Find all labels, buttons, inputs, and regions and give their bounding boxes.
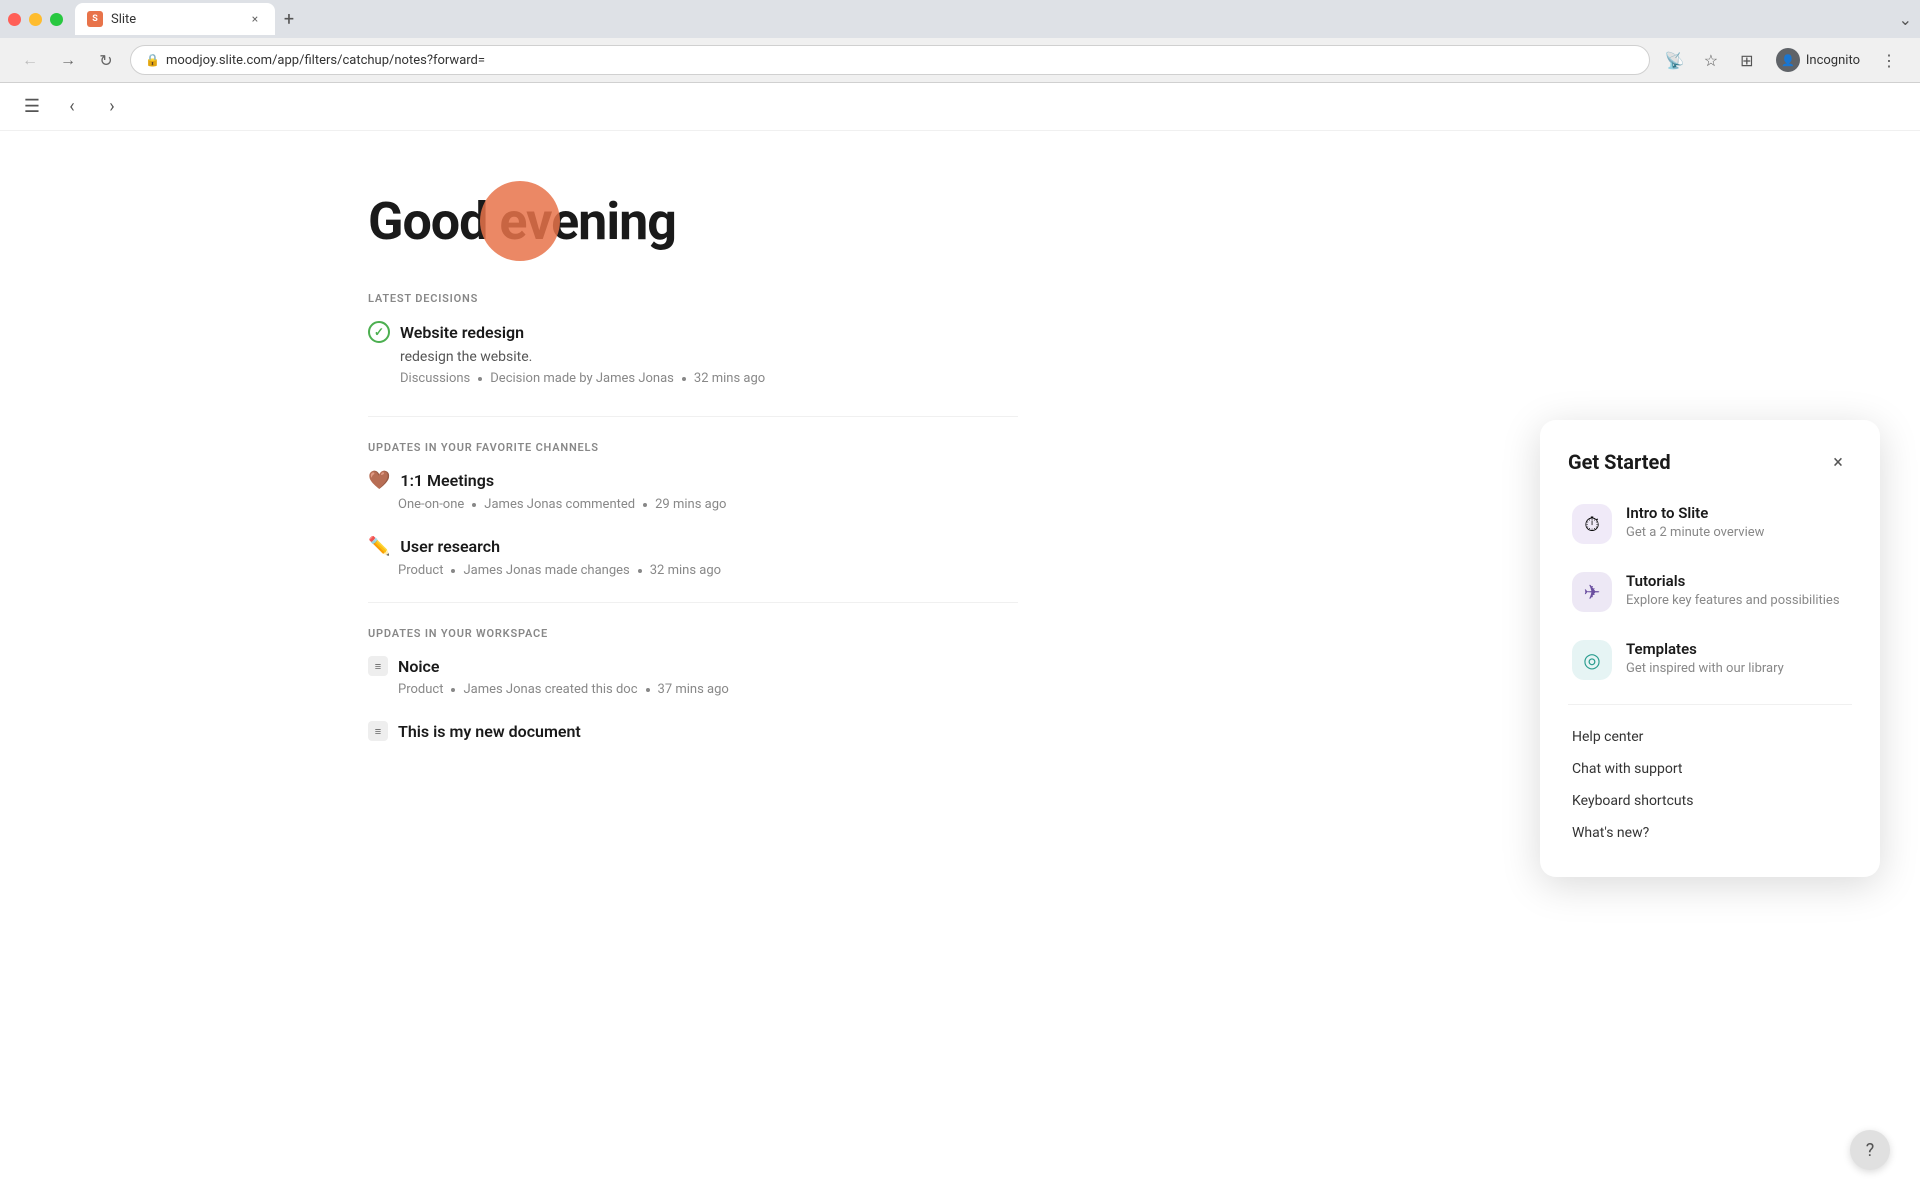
back-nav-button[interactable]: ‹: [56, 91, 88, 123]
decision-meta1: Discussions: [400, 371, 470, 386]
pencil-icon: ✏️: [368, 536, 390, 557]
panel-divider: [1568, 704, 1852, 705]
workspace-title-text-2: This is my new document: [398, 722, 581, 741]
meta-separator-5: [451, 688, 455, 692]
greeting-heading: Good evening: [368, 191, 1920, 252]
keyboard-shortcuts-link[interactable]: Keyboard shortcuts: [1568, 785, 1852, 817]
tab-favicon: S: [87, 11, 103, 27]
channel-title-text-2: User research: [400, 537, 500, 556]
templates-item-desc: Get inspired with our library: [1626, 661, 1784, 676]
panel-title: Get Started: [1568, 450, 1671, 474]
get-started-panel: Get Started × ⏱ Intro to Slite Get a 2 m…: [1540, 420, 1880, 877]
channel-time: 29 mins ago: [655, 497, 726, 512]
templates-icon: ◎: [1572, 640, 1612, 680]
panel-close-button[interactable]: ×: [1824, 448, 1852, 476]
tab-bar: S Slite × + ⌄: [0, 0, 1920, 38]
templates-item-text: Templates Get inspired with our library: [1626, 640, 1784, 676]
address-input[interactable]: 🔒 moodjoy.slite.com/app/filters/catchup/…: [130, 45, 1650, 75]
tutorials-item-desc: Explore key features and possibilities: [1626, 593, 1840, 608]
workspace-meta2: James Jonas created this doc: [463, 682, 637, 697]
active-tab[interactable]: S Slite ×: [75, 3, 275, 35]
reload-button[interactable]: ↻: [92, 46, 120, 74]
sidebar-toggle-button[interactable]: ☰: [16, 91, 48, 123]
channel-meta1: One-on-one: [398, 497, 464, 512]
meta-separator: [472, 503, 476, 507]
lock-icon: 🔒: [145, 53, 160, 67]
decision-check-icon: ✓: [368, 321, 390, 343]
new-tab-button[interactable]: +: [275, 5, 303, 33]
doc-icon-2: ≡: [368, 721, 388, 741]
meta-separator: [478, 377, 482, 381]
section-divider-2: [368, 602, 1018, 603]
decision-meta: Discussions Decision made by James Jonas…: [400, 371, 1920, 386]
section-divider-1: [368, 416, 1018, 417]
decision-title: ✓ Website redesign: [368, 321, 1920, 343]
app-toolbar: ☰ ‹ ›: [0, 83, 1920, 131]
profile-icon[interactable]: ⊞: [1732, 45, 1762, 75]
channel-emoji: 🤎: [368, 470, 390, 491]
decorative-circle: [480, 181, 560, 261]
cast-icon[interactable]: 📡: [1660, 45, 1690, 75]
channel-meta2-2: James Jonas made changes: [463, 563, 629, 578]
whats-new-link[interactable]: What's new?: [1568, 817, 1852, 849]
address-bar: ← → ↻ 🔒 moodjoy.slite.com/app/filters/ca…: [0, 38, 1920, 82]
tutorials-item-text: Tutorials Explore key features and possi…: [1626, 572, 1840, 608]
tab-close-button[interactable]: ×: [247, 11, 263, 27]
channel-time-2: 32 mins ago: [650, 563, 721, 578]
decision-title-text: Website redesign: [400, 323, 524, 342]
tutorials-icon: ✈: [1572, 572, 1612, 612]
help-button[interactable]: ?: [1850, 1130, 1890, 1170]
panel-header: Get Started ×: [1568, 448, 1852, 476]
workspace-title-text: Noice: [398, 657, 439, 676]
decision-meta2: Decision made by James Jonas: [490, 371, 674, 386]
incognito-label: Incognito: [1806, 53, 1860, 68]
decision-time: 32 mins ago: [694, 371, 765, 386]
meta-separator-2: [682, 377, 686, 381]
help-center-link[interactable]: Help center: [1568, 721, 1852, 753]
intro-item-title: Intro to Slite: [1626, 504, 1764, 522]
panel-item-intro[interactable]: ⏱ Intro to Slite Get a 2 minute overview: [1568, 500, 1852, 548]
meta-separator-6: [646, 688, 650, 692]
bookmark-icon[interactable]: ☆: [1696, 45, 1726, 75]
browser-toolbar-icons: 📡 ☆ ⊞ 👤 Incognito ⋮: [1660, 45, 1904, 75]
tutorials-item-title: Tutorials: [1626, 572, 1840, 590]
workspace-meta1: Product: [398, 682, 443, 697]
intro-item-text: Intro to Slite Get a 2 minute overview: [1626, 504, 1764, 540]
intro-icon: ⏱: [1572, 504, 1612, 544]
browser-chrome: S Slite × + ⌄ ← → ↻ 🔒 moodjoy.slite.com/…: [0, 0, 1920, 83]
templates-item-title: Templates: [1626, 640, 1784, 658]
decision-description: redesign the website.: [400, 349, 1920, 365]
url-text: moodjoy.slite.com/app/filters/catchup/no…: [166, 53, 485, 68]
channel-meta1-2: Product: [398, 563, 443, 578]
workspace-time: 37 mins ago: [658, 682, 729, 697]
channel-meta2: James Jonas commented: [484, 497, 635, 512]
meta-separator-4: [638, 569, 642, 573]
incognito-profile[interactable]: 👤 Incognito: [1768, 46, 1868, 74]
channel-title-text: 1:1 Meetings: [400, 471, 494, 490]
profile-avatar: 👤: [1776, 48, 1800, 72]
minimize-window-dot[interactable]: [29, 13, 42, 26]
tab-title: Slite: [111, 12, 136, 27]
more-options-icon[interactable]: ⋮: [1874, 45, 1904, 75]
panel-item-templates[interactable]: ◎ Templates Get inspired with our librar…: [1568, 636, 1852, 684]
maximize-window-dot[interactable]: [50, 13, 63, 26]
intro-item-desc: Get a 2 minute overview: [1626, 525, 1764, 540]
doc-icon: ≡: [368, 656, 388, 676]
window-controls: [8, 13, 63, 26]
meta-separator-2: [643, 503, 647, 507]
latest-decisions-label: LATEST DECISIONS: [368, 292, 1920, 305]
chat-support-link[interactable]: Chat with support: [1568, 753, 1852, 785]
tabs-chevron[interactable]: ⌄: [1899, 10, 1912, 29]
close-window-dot[interactable]: [8, 13, 21, 26]
latest-decisions-section: LATEST DECISIONS ✓ Website redesign rede…: [368, 292, 1920, 386]
forward-button[interactable]: →: [54, 46, 82, 74]
meta-separator-3: [451, 569, 455, 573]
decision-card[interactable]: ✓ Website redesign redesign the website.…: [368, 321, 1920, 386]
panel-item-tutorials[interactable]: ✈ Tutorials Explore key features and pos…: [1568, 568, 1852, 616]
forward-nav-button[interactable]: ›: [96, 91, 128, 123]
back-button[interactable]: ←: [16, 46, 44, 74]
